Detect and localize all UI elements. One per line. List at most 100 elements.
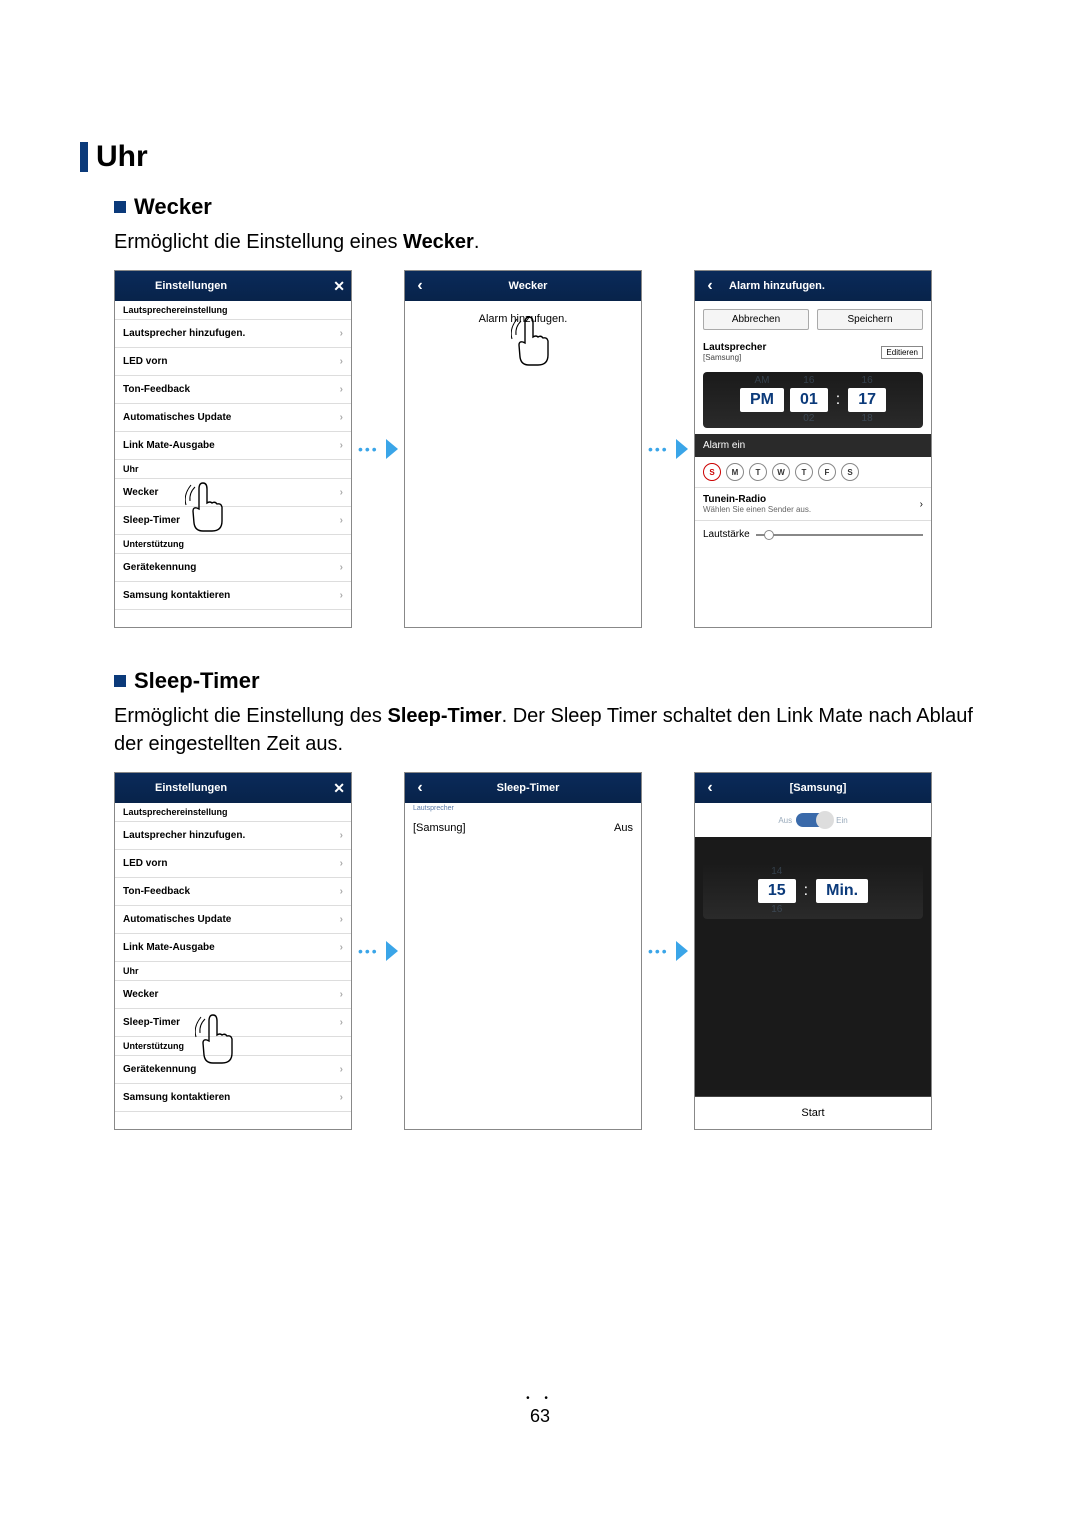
flow-arrow-icon [358, 941, 398, 961]
item-add-speaker[interactable]: Lautsprecher hinzufugen.› [115, 822, 351, 850]
chevron-right-icon: › [340, 1092, 343, 1103]
h2-marker [114, 201, 126, 213]
desc-bold: Wecker [403, 231, 474, 253]
heading-uhr: Uhr [96, 140, 148, 174]
speaker-row[interactable]: [Samsung] Aus [405, 814, 641, 842]
chevron-right-icon: › [340, 914, 343, 925]
chevron-right-icon: › [340, 412, 343, 423]
section-support: Unterstützung [115, 1037, 351, 1056]
back-icon[interactable]: ‹ [405, 271, 435, 301]
samsung-title: [Samsung] [725, 782, 931, 794]
add-alarm-screen: ‹ Alarm hinzufugen. Abbrechen Speichern … [694, 270, 932, 628]
chevron-right-icon: › [340, 858, 343, 869]
back-icon[interactable]: ‹ [405, 773, 435, 803]
wecker-list-screen: ‹ Wecker Alarm hinzufugen. [404, 270, 642, 628]
chevron-right-icon: › [340, 487, 343, 498]
item-auto-update[interactable]: Automatisches Update› [115, 906, 351, 934]
wecker-description: Ermöglicht die Einstellung eines Wecker. [114, 228, 1000, 256]
item-add-speaker[interactable]: Lautsprecher hinzufugen.› [115, 320, 351, 348]
item-contact[interactable]: Samsung kontaktieren› [115, 1084, 351, 1112]
item-sleep-timer[interactable]: Sleep-Timer› [115, 507, 351, 535]
speaker-state: Aus [614, 822, 633, 834]
section-uhr: Uhr [115, 962, 351, 981]
item-contact[interactable]: Samsung kontaktieren› [115, 582, 351, 610]
day-s[interactable]: S [703, 463, 721, 481]
item-device-id[interactable]: Gerätekennung› [115, 554, 351, 582]
item-led[interactable]: LED vorn› [115, 850, 351, 878]
desc-pre: Ermöglicht die Einstellung eines [114, 231, 403, 253]
min-next: 16 [771, 903, 782, 917]
chevron-right-icon: › [340, 590, 343, 601]
chevron-right-icon: › [340, 515, 343, 526]
day-t[interactable]: T [749, 463, 767, 481]
day-t2[interactable]: T [795, 463, 813, 481]
toggle-on-label: Ein [836, 816, 848, 825]
back-icon[interactable]: ‹ [695, 271, 725, 301]
day-s2[interactable]: S [841, 463, 859, 481]
wecker-title: Wecker [435, 280, 641, 292]
settings-title: Einstellungen [155, 280, 311, 292]
hour-prev: 16 [803, 374, 814, 388]
settings-screen-2: Einstellungen ✕ Lautsprechereinstellung … [114, 772, 352, 1130]
tunein-radio-row[interactable]: Tunein-Radio Wählen Sie einen Sender aus… [695, 487, 931, 521]
heading-sleep-timer: Sleep-Timer [134, 668, 260, 694]
add-alarm-link[interactable]: Alarm hinzufugen. [405, 301, 641, 337]
close-icon[interactable]: ✕ [333, 278, 345, 295]
day-m[interactable]: M [726, 463, 744, 481]
add-alarm-title: Alarm hinzufugen. [725, 280, 931, 292]
chevron-right-icon: › [340, 440, 343, 451]
time-picker[interactable]: AM PM - 16 01 02 : 16 17 18 [703, 372, 923, 428]
volume-label: Lautstärke [703, 529, 750, 540]
desc-post: . [474, 231, 480, 253]
section-speaker: Lautsprechereinstellung [115, 803, 351, 822]
settings-screen: Einstellungen ✕ Lautsprechereinstellung … [114, 270, 352, 628]
desc-pre: Ermöglicht die Einstellung des [114, 705, 387, 727]
item-device-id[interactable]: Gerätekennung› [115, 1056, 351, 1084]
chevron-right-icon: › [920, 499, 923, 510]
time-colon: : [802, 879, 810, 903]
edit-button[interactable]: Editieren [881, 346, 923, 359]
day-f[interactable]: F [818, 463, 836, 481]
item-linkmate[interactable]: Link Mate-Ausgabe› [115, 934, 351, 962]
day-w[interactable]: W [772, 463, 790, 481]
item-tone[interactable]: Ton-Feedback› [115, 878, 351, 906]
item-led[interactable]: LED vorn› [115, 348, 351, 376]
timer-toggle[interactable]: Aus Ein [695, 803, 931, 837]
samsung-timer-screen: ‹ [Samsung] Aus Ein 14 15 16 [694, 772, 932, 1130]
volume-thumb[interactable] [764, 530, 774, 540]
save-button[interactable]: Speichern [817, 309, 923, 330]
section-speaker: Lautsprechereinstellung [115, 301, 351, 320]
chevron-right-icon: › [340, 942, 343, 953]
flow-arrow-icon [648, 941, 688, 961]
speaker-name: [Samsung] [703, 353, 766, 362]
am-label: AM [754, 374, 769, 388]
chevron-right-icon: › [340, 328, 343, 339]
pm-selected: PM [740, 388, 784, 412]
volume-slider[interactable] [756, 534, 923, 536]
item-sleep-timer[interactable]: Sleep-Timer› [115, 1009, 351, 1037]
item-tone[interactable]: Ton-Feedback› [115, 376, 351, 404]
close-icon[interactable]: ✕ [333, 780, 345, 797]
minute-picker[interactable]: 14 15 16 : - Min. - [703, 863, 923, 919]
chevron-right-icon: › [340, 562, 343, 573]
page-number-value: 63 [0, 1406, 1080, 1427]
item-wecker[interactable]: Wecker› [115, 981, 351, 1009]
chevron-right-icon: › [340, 989, 343, 1000]
h1-marker [80, 142, 88, 172]
chevron-right-icon: › [340, 384, 343, 395]
sleep-description: Ermöglicht die Einstellung des Sleep-Tim… [114, 702, 1000, 758]
cancel-button[interactable]: Abbrechen [703, 309, 809, 330]
item-auto-update[interactable]: Automatisches Update› [115, 404, 351, 432]
item-wecker[interactable]: Wecker› [115, 479, 351, 507]
start-button[interactable]: Start [695, 1096, 931, 1129]
min-next: 18 [862, 412, 873, 426]
section-uhr: Uhr [115, 460, 351, 479]
item-linkmate[interactable]: Link Mate-Ausgabe› [115, 432, 351, 460]
hour-next: 02 [803, 412, 814, 426]
h2-marker [114, 675, 126, 687]
sleep-timer-title: Sleep-Timer [435, 782, 641, 794]
toggle-switch[interactable] [796, 813, 832, 827]
flow-arrow-icon [648, 439, 688, 459]
back-icon[interactable]: ‹ [695, 773, 725, 803]
speaker-label: Lautsprecher [703, 342, 766, 353]
